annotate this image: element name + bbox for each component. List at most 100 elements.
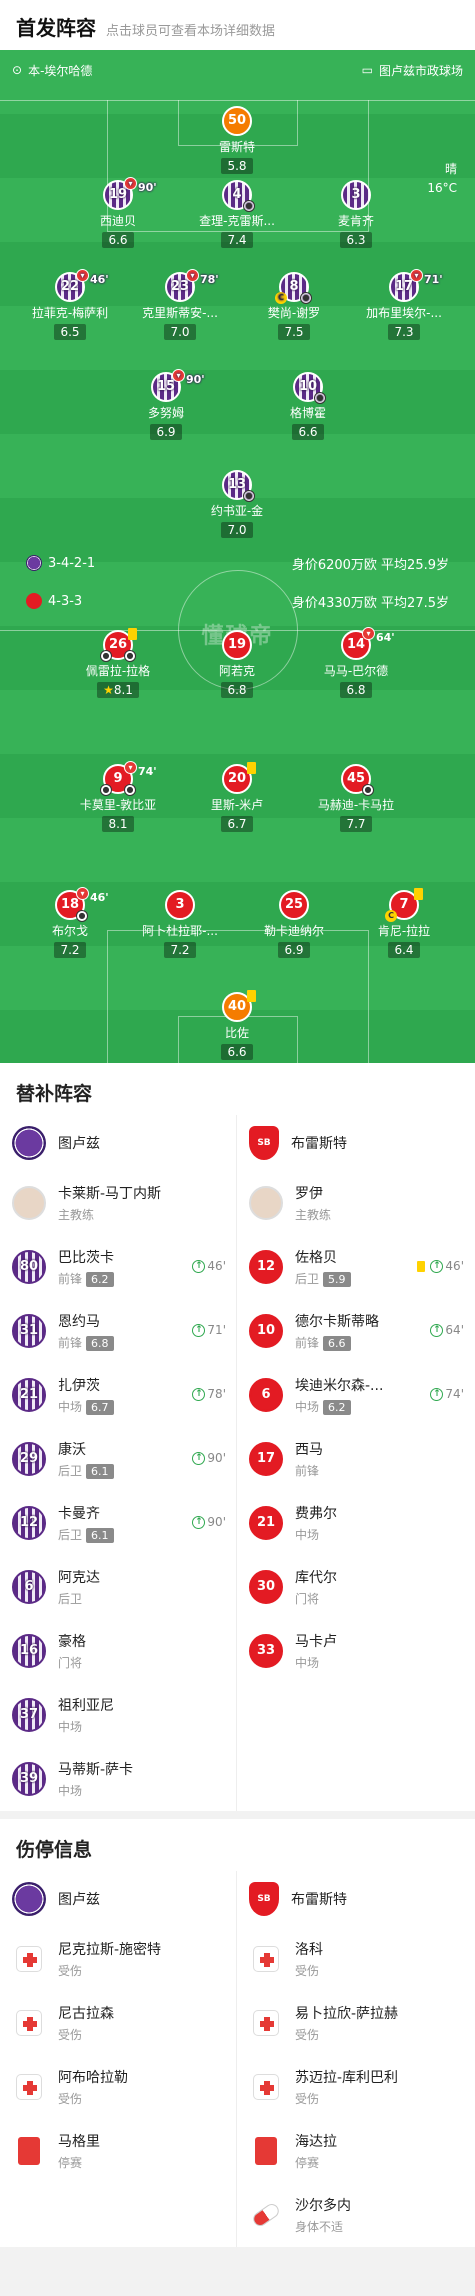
sub-row[interactable]: 21 费弗尔 中场 [237,1491,474,1555]
sub-minute: 71' [207,1323,226,1337]
coach-row[interactable]: 卡莱斯-马丁内斯 主教练 [0,1171,236,1235]
home-player[interactable]: 3 麦肯齐 6.3 [301,180,411,248]
home-player[interactable]: 4 ● 查理-克雷斯... 7.4 [182,180,292,248]
home-player[interactable]: 22 ▾ 46' 拉菲克-梅萨利 6.5 [15,269,125,340]
home-player[interactable]: 23 ▾ 78' 克里斯蒂安-... 7.0 [125,269,235,340]
sub-row[interactable]: 39 马蒂斯-萨卡 中场 [0,1747,236,1811]
injury-row[interactable]: 沙尔多内 身体不适 [237,2183,474,2247]
injury-row[interactable]: 阿布哈拉勒 受伤 [0,2055,236,2119]
sub-row[interactable]: 10 德尔卡斯蒂略 前锋 6.6 ↑ 64' [237,1299,474,1363]
home-player[interactable]: 19 ▾ 90' 西迪贝 6.6 [63,177,173,248]
injury-row[interactable]: 马格里 停赛 [0,2119,236,2183]
injury-row[interactable]: 尼古拉森 受伤 [0,1991,236,2055]
sub-row[interactable]: 16 豪格 门将 [0,1619,236,1683]
home-team-row[interactable]: 图卢兹 [0,1871,236,1927]
home-value: 身价6200万欧 平均25.9岁 [291,557,449,573]
player-rating-value: 8.1 [113,683,133,697]
player-position: 前锋 [295,1336,320,1350]
shirt-number: 19 [222,630,252,660]
ball-icon: ● [100,784,112,796]
home-player-gk[interactable]: 50 雷斯特 5.8 [182,106,292,174]
injuries-title: 伤停信息 [0,1819,475,1871]
shirt-number: 3 [341,180,371,210]
away-team-row[interactable]: SB 布雷斯特 [237,1871,474,1927]
away-team-row[interactable]: SB 布雷斯特 [237,1115,474,1171]
home-crest-icon [12,1126,46,1160]
home-player[interactable]: 17 ▾ 71' 加布里埃尔-... 7.3 [349,269,459,340]
sub-row[interactable]: 37 祖利亚尼 中场 [0,1683,236,1747]
sub-row[interactable]: 21 扎伊茨 中场 6.7 ↑ 78' [0,1363,236,1427]
shirt-number: 6 [12,1570,46,1604]
shirt-number: 21 [12,1378,46,1412]
away-player[interactable]: 7C 肯尼-拉拉 6.4 [349,888,459,958]
injury-row[interactable]: 尼克拉斯-施密特 受伤 [0,1927,236,1991]
away-player[interactable]: 9 ▾ 74' ● ● 卡莫里-敦比亚 8.1 [63,761,173,832]
player-name: 卡莱斯-马丁内斯 [58,1186,162,1202]
away-player-gk[interactable]: 40 比佐 6.6 [182,990,292,1060]
player-name: 比佐 [224,1026,249,1040]
player-name: 洛科 [295,1942,323,1958]
player-position: 中场 [58,1400,83,1414]
home-player[interactable]: 10 ● 格博霍 6.6 [253,372,363,440]
injury-row[interactable]: 海达拉 停赛 [237,2119,474,2183]
sub-row[interactable]: 12 卡曼齐 后卫 6.1 ↑ 90' [0,1491,236,1555]
injury-status: 停赛 [295,2156,320,2170]
injury-status: 受伤 [58,2028,83,2042]
shirt-number: 19 [108,187,128,202]
away-formation-bar: 4-3-3 身价4330万欧 平均27.5岁 [0,590,475,612]
home-player[interactable]: 8 C ● 樊尚-谢罗 7.5 [239,272,349,340]
coach-row[interactable]: 罗伊 主教练 [237,1171,474,1235]
away-player[interactable]: 14 ▾ 64' 马马-巴尔德 6.8 [301,627,411,698]
sub-row[interactable]: 31 恩约马 前锋 6.8 ↑ 71' [0,1299,236,1363]
away-player[interactable]: 45 ● 马赫迪-卡马拉 7.7 [301,764,411,832]
away-player[interactable]: 3 阿卜杜拉耶-... 7.2 [125,890,235,958]
injury-row[interactable]: 洛科 受伤 [237,1927,474,1991]
injury-row[interactable]: 易卜拉欣-萨拉赫 受伤 [237,1991,474,2055]
sub-row[interactable]: 33 马卡卢 中场 [237,1619,474,1683]
away-player[interactable]: 20 里斯-米卢 6.7 [182,762,292,832]
sub-row[interactable]: 12 佐格贝 后卫 5.9 ↑ 46' [237,1235,474,1299]
player-name: 查理-克雷斯... [199,214,275,228]
venue-bar: ⊙ 本-埃尔哈德 ▭ 图卢兹市政球场 [0,56,475,84]
away-player[interactable]: 19 阿若克 6.8 [182,630,292,698]
subs-title: 替补阵容 [0,1063,475,1115]
player-rating: 6.7 [221,816,253,832]
shirt-number: 16 [12,1634,46,1668]
shirt-number: 6 [249,1378,283,1412]
sub-row[interactable]: 80 巴比茨卡 前锋 6.2 ↑ 46' [0,1235,236,1299]
shirt-number: 50 [222,106,252,136]
medical-kit-icon [16,2010,42,2036]
injury-row[interactable]: 苏迈拉-库利巴利 受伤 [237,2055,474,2119]
player-rating: 6.9 [278,942,310,958]
sub-row[interactable]: 6 埃迪米尔森-... 中场 6.2 ↑ 74' [237,1363,474,1427]
player-name: 阿卜杜拉耶-... [142,924,218,938]
player-rating: 6.8 [221,682,253,698]
sub-row[interactable]: 30 库代尔 门将 [237,1555,474,1619]
sub-minute: 90' [186,373,205,386]
sub-row[interactable]: 6 阿克达 后卫 [0,1555,236,1619]
injury-status: 受伤 [58,1964,83,1978]
sub-out-icon: ▾ [186,269,199,282]
player-name: 恩约马 [58,1314,100,1330]
home-team-row[interactable]: 图卢兹 [0,1115,236,1171]
player-position: 中场 [295,1400,320,1414]
away-player[interactable]: 18 ▾ 46' ● 布尔戈 7.2 [15,887,125,958]
player-position: 中场 [295,1528,320,1542]
shirt-number: 17 [249,1442,283,1476]
pill-icon [250,2201,282,2229]
sub-minute: 71' [424,273,443,286]
player-position: 前锋 [295,1464,320,1478]
player-role: 主教练 [295,1208,332,1222]
away-player[interactable]: 26 ● ● 佩雷拉-拉格 ★8.1 [63,628,173,698]
home-player[interactable]: 15 ▾ 90' 多努姆 6.9 [111,369,221,440]
sub-minute: 90' [207,1515,226,1529]
sub-out-icon: ▾ [362,627,375,640]
home-player[interactable]: 13 ● 约书亚-金 7.0 [182,470,292,538]
injury-status: 受伤 [295,1964,320,1978]
sub-row[interactable]: 17 西马 前锋 [237,1427,474,1491]
away-player[interactable]: 25 勒卡迪纳尔 6.9 [239,890,349,958]
sub-row[interactable]: 29 康沃 后卫 6.1 ↑ 90' [0,1427,236,1491]
player-name: 阿若克 [218,664,255,678]
star-icon: ★ [103,683,114,697]
ball-icon: ● [243,490,255,502]
